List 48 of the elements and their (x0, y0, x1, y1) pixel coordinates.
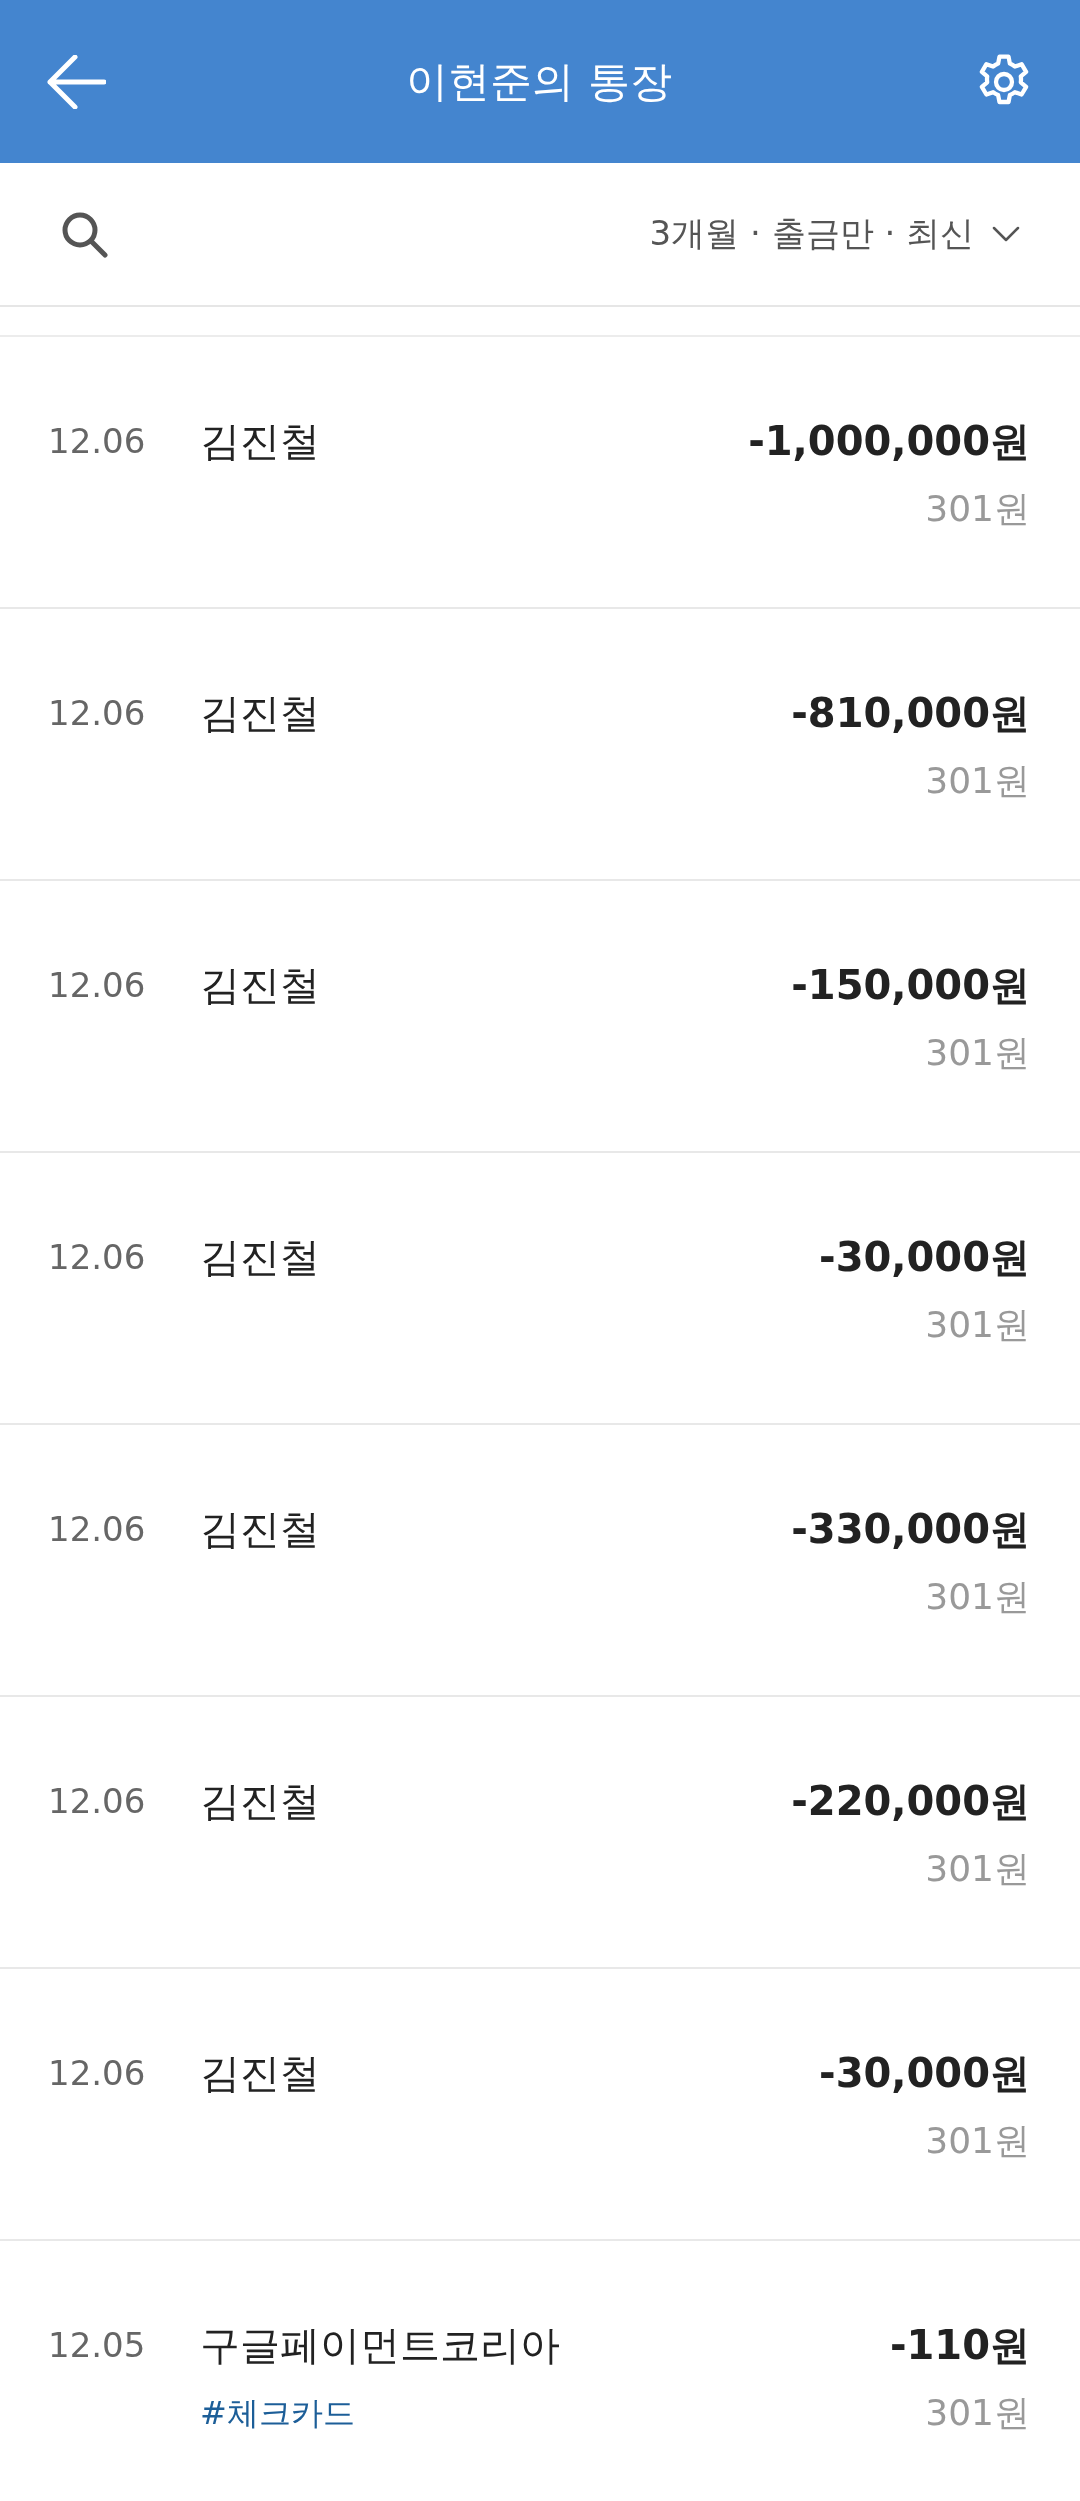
transaction-amount: -30,000원 (819, 1233, 1030, 1282)
transaction-name: 김진철 (200, 1505, 320, 1554)
transaction-amount: -30,000원 (819, 2049, 1030, 2098)
balance-after: 301원 (925, 1031, 1030, 1075)
transaction-date: 12.06 (48, 964, 147, 1007)
transaction-name: 김진철 (200, 689, 320, 738)
transaction-row[interactable]: 12.06 김진철 -330,000원 301원 (0, 1425, 1080, 1697)
transaction-row[interactable]: 12.06 김진철 -1,000,000원 301원 (0, 337, 1080, 609)
transaction-name: 김진철 (200, 1777, 320, 1826)
transaction-date: 12.06 (48, 420, 147, 463)
transaction-row[interactable]: 12.06 김진철 -30,000원 301원 (0, 1153, 1080, 1425)
search-button[interactable] (60, 210, 108, 258)
balance-after: 301원 (925, 759, 1030, 803)
balance-after: 301원 (925, 1303, 1030, 1347)
balance-after: 301원 (925, 2119, 1030, 2163)
transaction-name: 김진철 (200, 961, 320, 1010)
transaction-row[interactable]: 12.06 김진철 -30,000원 301원 (0, 1969, 1080, 2241)
filter-dropdown[interactable]: 3개월 · 출금만 · 최신 (649, 211, 1020, 257)
transaction-tag: #체크카드 (200, 2389, 355, 2437)
transaction-name: 김진철 (200, 417, 320, 466)
transaction-row[interactable]: 12.06 김진철 -150,000원 301원 (0, 881, 1080, 1153)
transaction-name: 김진철 (200, 1233, 320, 1282)
transaction-date: 12.06 (48, 1508, 147, 1551)
transaction-date: 12.06 (48, 2052, 147, 2095)
balance-after: 301원 (925, 1575, 1030, 1619)
transaction-name: 구글페이먼트코리아 (200, 2321, 560, 2370)
screen-title: 이현준의 통장 (406, 55, 672, 108)
balance-after: 301원 (925, 487, 1030, 531)
transaction-row[interactable]: 12.06 김진철 -220,000원 301원 (0, 1697, 1080, 1969)
back-arrow-icon (46, 54, 106, 109)
transaction-row[interactable]: 12.05 구글페이먼트코리아 #체크카드 -110원 301원 (0, 2241, 1080, 2501)
search-icon (60, 210, 108, 258)
transaction-amount: -220,000원 (791, 1777, 1030, 1826)
transaction-amount: -110원 (889, 2321, 1030, 2370)
transaction-amount: -150,000원 (791, 961, 1030, 1010)
transaction-date: 12.05 (48, 2324, 147, 2367)
transaction-row[interactable]: 12.06 김진철 -810,000원 301원 (0, 609, 1080, 881)
balance-after: 301원 (925, 2391, 1030, 2435)
back-button[interactable] (46, 54, 106, 109)
chevron-down-icon (992, 226, 1020, 242)
transaction-amount: -330,000원 (791, 1505, 1030, 1554)
transaction-amount: -1,000,000원 (748, 417, 1030, 466)
balance-after: 301원 (925, 1847, 1030, 1891)
transaction-amount: -810,000원 (791, 689, 1030, 738)
transaction-date: 12.06 (48, 1236, 147, 1279)
transaction-date: 12.06 (48, 692, 147, 735)
transaction-date: 12.06 (48, 1780, 147, 1823)
transaction-name: 김진철 (200, 2049, 320, 2098)
